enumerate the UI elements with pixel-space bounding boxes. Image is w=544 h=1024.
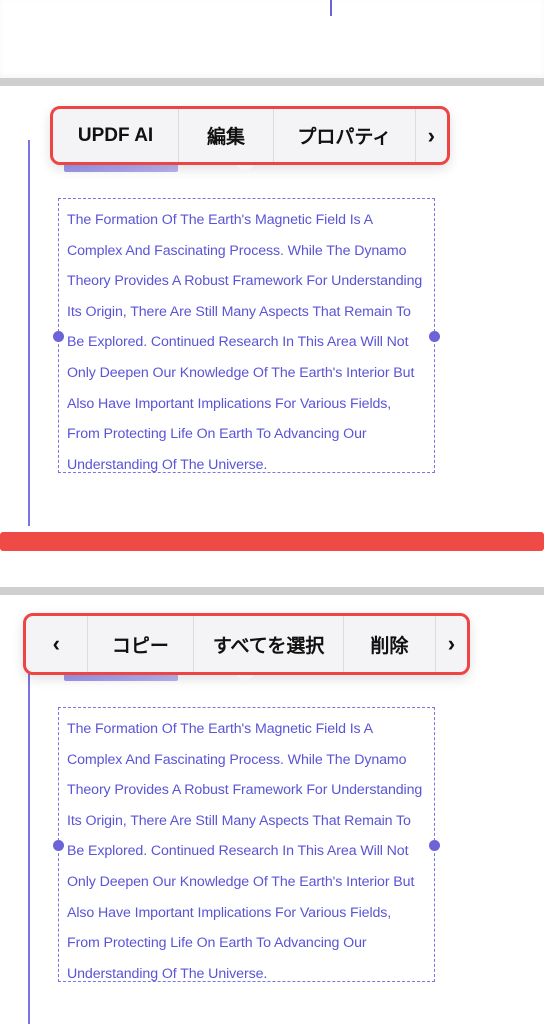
resize-handle-left[interactable] (53, 331, 64, 342)
text-line: From Protecting Life On Earth To Advanci… (67, 426, 367, 443)
text-cursor-line (330, 0, 332, 16)
annotation-divider (0, 532, 544, 551)
select-all-button[interactable]: すべてを選択 (194, 616, 345, 672)
text-line: Also Have Important Implications For Var… (67, 395, 392, 412)
panel-copy-toolbar: ‹ コピー すべてを選択 削除 › The Formation Of The E… (0, 595, 544, 1024)
text-line: From Protecting Life On Earth To Advanci… (67, 935, 367, 952)
panel-edit-toolbar: UPDF AI 編集 プロパティ › The Formation Of The … (0, 86, 544, 532)
text-line: Also Have Important Implications For Var… (67, 904, 392, 921)
top-strip (0, 0, 544, 78)
divider (0, 78, 544, 86)
chevron-left-icon[interactable]: ‹ (26, 616, 88, 672)
text-box[interactable]: The Formation Of The Earth's Magnetic Fi… (58, 198, 435, 473)
text-line: Only Deepen Our Knowledge Of The Earth's… (67, 873, 415, 890)
divider (0, 587, 544, 595)
properties-button[interactable]: プロパティ (274, 109, 416, 162)
text-line: Its Origin, There Are Still Many Aspects… (67, 303, 411, 320)
delete-button[interactable]: 削除 (344, 616, 436, 672)
text-line: Theory Provides A Robust Framework For U… (67, 273, 423, 290)
resize-handle-right[interactable] (429, 840, 440, 851)
context-toolbar: ‹ コピー すべてを選択 削除 › (23, 613, 470, 675)
text-line: Complex And Fascinating Process. While T… (67, 242, 407, 259)
text-line: Its Origin, There Are Still Many Aspects… (67, 812, 411, 829)
text-line: Be Explored. Continued Research In This … (67, 334, 409, 351)
text-line: Theory Provides A Robust Framework For U… (67, 782, 423, 799)
text-line: Only Deepen Our Knowledge Of The Earth's… (67, 364, 415, 381)
text-line: Understanding Of The Universe. (67, 965, 268, 982)
text-box[interactable]: The Formation Of The Earth's Magnetic Fi… (58, 707, 435, 982)
text-line: Complex And Fascinating Process. While T… (67, 751, 407, 768)
updf-ai-button[interactable]: UPDF AI (53, 109, 180, 162)
text-line: The Formation Of The Earth's Magnetic Fi… (67, 721, 373, 737)
text-line: Be Explored. Continued Research In This … (67, 843, 409, 860)
edit-button[interactable]: 編集 (179, 109, 274, 162)
chevron-right-icon[interactable]: › (416, 109, 447, 162)
toolbar-caret (236, 165, 254, 174)
resize-handle-right[interactable] (429, 331, 440, 342)
margin-line (28, 140, 30, 526)
resize-handle-left[interactable] (53, 840, 64, 851)
copy-button[interactable]: コピー (88, 616, 195, 672)
toolbar-caret (236, 675, 254, 684)
text-line: The Formation Of The Earth's Magnetic Fi… (67, 212, 373, 228)
text-line: Understanding Of The Universe. (67, 456, 268, 473)
margin-line (28, 649, 30, 1024)
context-toolbar: UPDF AI 編集 プロパティ › (50, 106, 450, 165)
chevron-right-icon[interactable]: › (436, 616, 467, 672)
